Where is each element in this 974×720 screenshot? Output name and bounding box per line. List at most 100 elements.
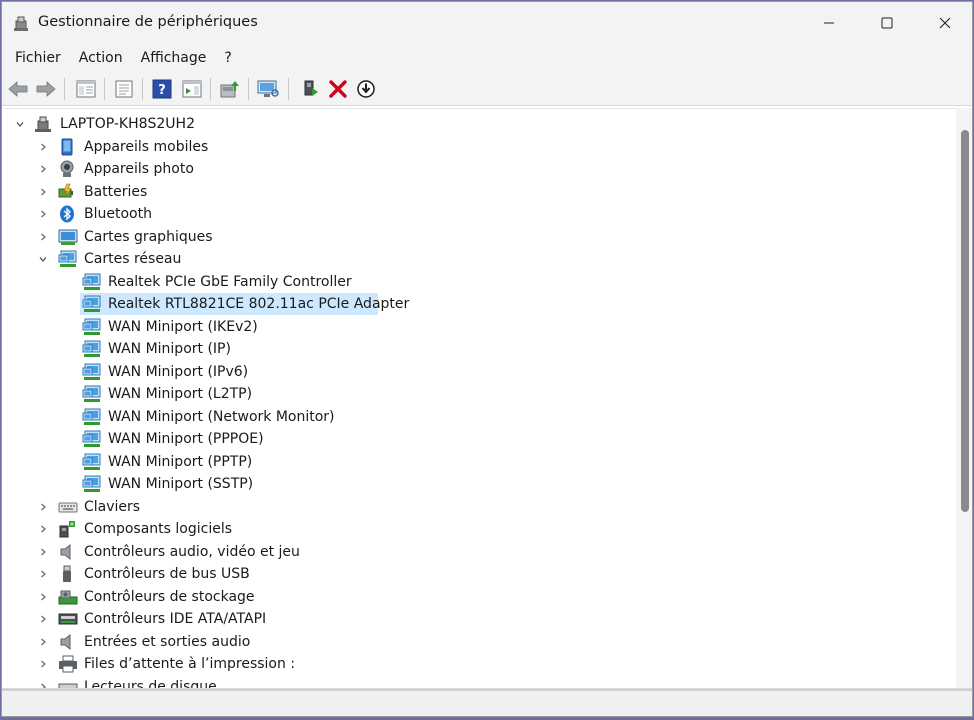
help-icon[interactable]: ? — [150, 77, 174, 101]
mobile-device-icon — [58, 138, 76, 156]
add-legacy-icon[interactable] — [298, 77, 322, 101]
network-adapter-icon — [82, 453, 101, 471]
maximize-button[interactable] — [858, 2, 916, 44]
chevron-right-icon[interactable] — [36, 653, 50, 675]
tree-device-item[interactable]: Realtek PCIe GbE Family Controller — [4, 271, 954, 293]
tree-item-label: Realtek RTL8821CE 802.11ac PCIe Adapter — [108, 296, 410, 312]
network-adapter-icon — [82, 385, 101, 403]
tree-item-label: Realtek PCIe GbE Family Controller — [108, 273, 352, 290]
tree-item-label: Contrôleurs de stockage — [84, 588, 255, 605]
console-tree-icon[interactable] — [74, 77, 98, 101]
printer-icon — [58, 655, 77, 673]
tree-device-item[interactable]: WAN Miniport (SSTP) — [4, 473, 954, 495]
tree-category[interactable]: Batteries — [4, 181, 954, 203]
chevron-right-icon[interactable] — [36, 586, 50, 608]
tree-device-item[interactable]: WAN Miniport (Network Monitor) — [4, 406, 954, 428]
tree-root-computer[interactable]: LAPTOP-KH8S2UH2 — [4, 113, 954, 135]
tree-category[interactable]: Claviers — [4, 496, 954, 518]
ide-controller-icon — [58, 610, 78, 628]
chevron-right-icon[interactable] — [36, 226, 50, 248]
tree-device-item[interactable]: WAN Miniport (PPPOE) — [4, 428, 954, 450]
update-driver-icon[interactable] — [218, 77, 242, 101]
properties-icon[interactable] — [112, 77, 136, 101]
network-adapter-icon — [82, 295, 101, 313]
chevron-right-icon[interactable] — [36, 563, 50, 585]
vertical-scrollbar[interactable] — [956, 108, 972, 688]
device-manager-window: Gestionnaire de périphériques Fichier Ac… — [1, 1, 973, 717]
disable-icon[interactable] — [354, 77, 378, 101]
device-tree[interactable]: LAPTOP-KH8S2UH2 Appareils mobiles Appareil… — [4, 108, 956, 688]
tree-item-label: Contrôleurs audio, vidéo et jeu — [84, 543, 300, 560]
tree-category[interactable]: Cartes graphiques — [4, 226, 954, 248]
tree-device-item[interactable]: Realtek RTL8821CE 802.11ac PCIe Adapter — [4, 293, 954, 315]
tree-device-item[interactable]: WAN Miniport (PPTP) — [4, 451, 954, 473]
tree-item-label: Cartes réseau — [84, 251, 182, 267]
tree-category[interactable]: Lecteurs de disque — [4, 676, 954, 689]
close-button[interactable] — [916, 2, 972, 44]
chevron-right-icon[interactable] — [36, 541, 50, 563]
chevron-right-icon[interactable] — [36, 631, 50, 653]
tree-category[interactable]: Appareils photo — [4, 158, 954, 180]
tree-category[interactable]: Files d’attente à l’impression : — [4, 653, 954, 675]
tree-item-label: Contrôleurs de bus USB — [84, 566, 250, 582]
menu-bar: Fichier Action Affichage ? — [2, 44, 972, 72]
tree-category[interactable]: Contrôleurs de bus USB — [4, 563, 954, 585]
storage-controller-icon — [58, 588, 78, 606]
tree-item-label: Cartes graphiques — [84, 228, 213, 245]
tree-item-label: Batteries — [84, 183, 148, 200]
chevron-right-icon[interactable] — [36, 608, 50, 630]
software-component-icon — [58, 520, 76, 538]
tree-device-item[interactable]: WAN Miniport (IPv6) — [4, 361, 954, 383]
tree-category[interactable]: Entrées et sorties audio — [4, 631, 954, 653]
svg-text:?: ? — [158, 83, 166, 98]
chevron-right-icon[interactable] — [36, 181, 50, 203]
chevron-right-icon[interactable] — [36, 158, 50, 180]
minimize-button[interactable] — [800, 2, 858, 44]
tree-category[interactable]: Cartes réseau — [4, 248, 954, 270]
chevron-down-icon[interactable] — [13, 113, 27, 135]
network-adapter-icon — [82, 363, 101, 381]
back-arrow-icon[interactable] — [6, 77, 30, 101]
forward-arrow-icon[interactable] — [34, 77, 58, 101]
menu-affichage[interactable]: Affichage — [132, 44, 216, 72]
tree-item-label: Appareils mobiles — [84, 138, 209, 155]
tree-category[interactable]: Composants logiciels — [4, 518, 954, 540]
tree-category[interactable]: Contrôleurs de stockage — [4, 586, 954, 608]
network-adapter-icon — [82, 475, 101, 493]
menu-aide[interactable]: ? — [215, 44, 240, 72]
tree-item-label: LAPTOP-KH8S2UH2 — [60, 116, 195, 132]
tree-category[interactable]: Contrôleurs IDE ATA/ATAPI — [4, 608, 954, 630]
display-adapter-icon — [58, 228, 78, 246]
tree-item-label: Claviers — [84, 498, 141, 515]
chevron-right-icon[interactable] — [36, 518, 50, 540]
tree-item-label: Lecteurs de disque — [84, 678, 217, 689]
tree-device-item[interactable]: WAN Miniport (L2TP) — [4, 383, 954, 405]
chevron-right-icon[interactable] — [36, 676, 50, 688]
chevron-down-icon[interactable] — [36, 248, 50, 270]
scan-hardware-icon[interactable] — [256, 77, 280, 101]
disk-drive-icon — [58, 678, 78, 688]
battery-icon — [58, 183, 76, 201]
menu-action[interactable]: Action — [70, 44, 132, 72]
usb-icon — [58, 565, 76, 583]
scrollbar-thumb[interactable] — [961, 130, 969, 512]
uninstall-icon[interactable] — [326, 77, 350, 101]
network-adapter-icon — [82, 273, 101, 291]
tree-category[interactable]: Contrôleurs audio, vidéo et jeu — [4, 541, 954, 563]
menu-fichier[interactable]: Fichier — [6, 44, 70, 72]
toolbar: ? — [2, 72, 972, 106]
tree-device-item[interactable]: WAN Miniport (IKEv2) — [4, 316, 954, 338]
tree-device-item[interactable]: WAN Miniport (IP) — [4, 338, 954, 360]
chevron-right-icon[interactable] — [36, 496, 50, 518]
window-title: Gestionnaire de périphériques — [38, 14, 258, 30]
tree-category[interactable]: Bluetooth — [4, 203, 954, 225]
title-bar[interactable]: Gestionnaire de périphériques — [2, 2, 972, 44]
chevron-right-icon[interactable] — [36, 203, 50, 225]
tree-item-label: WAN Miniport (SSTP) — [108, 476, 254, 492]
tree-item-label: Bluetooth — [84, 206, 152, 222]
tree-item-label: WAN Miniport (IPv6) — [108, 363, 249, 380]
action-pane-icon[interactable] — [180, 77, 204, 101]
tree-category[interactable]: Appareils mobiles — [4, 136, 954, 158]
chevron-right-icon[interactable] — [36, 136, 50, 158]
keyboard-icon — [58, 498, 78, 516]
